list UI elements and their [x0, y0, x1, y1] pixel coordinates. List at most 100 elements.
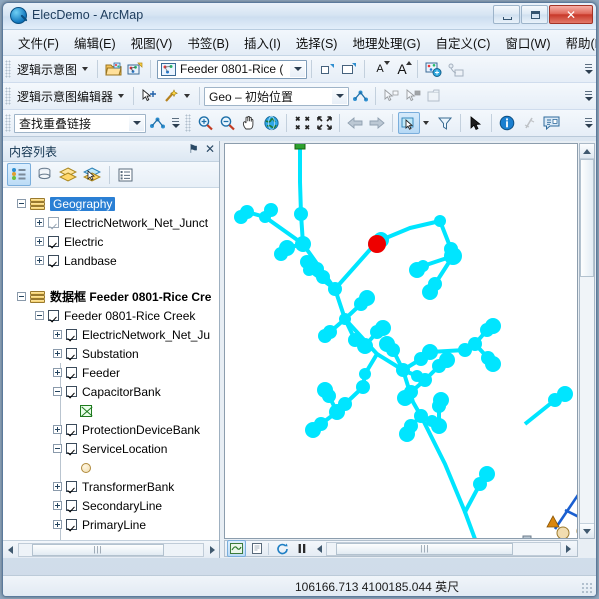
layout-combo[interactable]: Geo – 初始位置	[204, 86, 350, 106]
clear-selection-icon[interactable]	[435, 113, 455, 133]
chevron-down-icon[interactable]	[129, 115, 144, 131]
layer-tree[interactable]: Geography ElectricNetwork_Net_Junct Elec…	[3, 188, 219, 540]
scroll-left-icon[interactable]	[312, 542, 326, 556]
html-popup-icon[interactable]	[541, 113, 561, 133]
tree-row-protectiondevicebank[interactable]: ProtectionDeviceBank	[3, 420, 219, 439]
layer-checkbox[interactable]	[66, 500, 77, 511]
menu-geoprocessing[interactable]: 地理处理(G)	[345, 30, 427, 55]
select-dropdown-icon[interactable]	[423, 121, 429, 125]
select-node-icon[interactable]	[381, 86, 401, 106]
apply-layout-icon[interactable]	[350, 86, 370, 106]
layer-checkbox[interactable]	[66, 424, 77, 435]
layer-checkbox[interactable]	[66, 329, 77, 340]
map-vscroll-thumb[interactable]	[580, 159, 594, 277]
list-by-drawing-order-icon[interactable]	[7, 163, 31, 186]
tree-row-geography[interactable]: Geography	[3, 194, 219, 213]
tree-row-substation[interactable]: Substation	[3, 344, 219, 363]
select-link-icon[interactable]	[403, 86, 423, 106]
toc-scroll-thumb[interactable]: |||	[31, 543, 165, 556]
layer-checkbox[interactable]	[48, 217, 59, 228]
tree-row-feeder-root[interactable]: Feeder 0801-Rice Creek	[3, 306, 219, 325]
chevron-down-icon[interactable]	[82, 67, 89, 71]
toolbar-overflow-button[interactable]	[583, 86, 594, 106]
schematic-menu-label[interactable]: 逻辑示意图	[14, 59, 80, 80]
toolbar-overflow-button[interactable]	[170, 113, 181, 133]
tree-row-primaryline[interactable]: PrimaryLine	[3, 515, 219, 534]
map-canvas[interactable]	[224, 143, 578, 539]
toc-horizontal-scrollbar[interactable]: |||	[3, 540, 219, 558]
expand-icon[interactable]	[53, 368, 62, 377]
menu-help[interactable]: 帮助(H)	[559, 30, 596, 55]
tree-row-geo-landbase[interactable]: Landbase	[3, 251, 219, 270]
menu-customize[interactable]: 自定义(C)	[429, 30, 498, 55]
menu-insert[interactable]: 插入(I)	[237, 30, 288, 55]
collapse-icon[interactable]	[17, 199, 26, 208]
expand-icon[interactable]	[53, 482, 62, 491]
minimize-button[interactable]	[493, 5, 520, 24]
decrease-font-icon[interactable]: A	[370, 59, 391, 79]
toolbar-grip[interactable]	[5, 60, 11, 78]
list-by-source-icon[interactable]	[33, 164, 55, 185]
next-extent-icon[interactable]	[367, 113, 387, 133]
schematic-editor-menu-label[interactable]: 逻辑示意图编辑器	[14, 86, 116, 107]
diagram-list-icon[interactable]	[445, 59, 465, 79]
resize-grip[interactable]	[581, 582, 593, 594]
refresh-view-icon[interactable]	[274, 541, 291, 556]
zoom-out-icon[interactable]	[217, 113, 237, 133]
map-hscroll-thumb[interactable]: |||	[336, 542, 514, 555]
tree-row-geo-net-junction[interactable]: ElectricNetwork_Net_Junct	[3, 213, 219, 232]
layer-checkbox[interactable]	[48, 255, 59, 266]
tree-row-dataframe-feeder[interactable]: 数据框 Feeder 0801-Rice Cre	[3, 287, 219, 306]
layer-checkbox[interactable]	[48, 310, 59, 321]
chevron-down-icon[interactable]	[290, 61, 306, 77]
layout-wand-icon[interactable]	[161, 86, 181, 106]
expand-icon[interactable]	[53, 330, 62, 339]
select-elements-icon[interactable]	[466, 113, 486, 133]
collapse-icon[interactable]	[17, 292, 26, 301]
scroll-down-icon[interactable]	[580, 523, 594, 538]
tree-row-secondaryline[interactable]: SecondaryLine	[3, 496, 219, 515]
editor-properties-icon[interactable]	[425, 86, 445, 106]
shrink-diagram-icon[interactable]	[317, 59, 337, 79]
toolbar-overflow-button[interactable]	[583, 59, 594, 79]
layer-checkbox[interactable]	[66, 443, 77, 454]
tree-row-transformerbank[interactable]: TransformerBank	[3, 477, 219, 496]
chevron-down-icon[interactable]	[118, 94, 125, 98]
layer-checkbox[interactable]	[66, 386, 77, 397]
expand-icon[interactable]	[53, 425, 62, 434]
save-diagram-icon[interactable]	[125, 59, 145, 79]
maximize-button[interactable]	[521, 5, 548, 24]
move-node-icon[interactable]	[139, 86, 159, 106]
previous-extent-icon[interactable]	[345, 113, 365, 133]
data-view-icon[interactable]	[227, 540, 246, 557]
layer-checkbox[interactable]	[66, 348, 77, 359]
layer-checkbox[interactable]	[48, 236, 59, 247]
menu-windows[interactable]: 窗口(W)	[498, 30, 557, 55]
layer-checkbox[interactable]	[66, 519, 77, 530]
expand-icon[interactable]	[35, 237, 44, 246]
layer-checkbox[interactable]	[66, 367, 77, 378]
diagram-combo[interactable]: Feeder 0801-Rice (	[157, 59, 308, 79]
toolbar-grip[interactable]	[5, 114, 11, 132]
tree-row-capacitorbank[interactable]: CapacitorBank	[3, 382, 219, 401]
scroll-right-icon[interactable]	[561, 542, 575, 556]
select-features-icon[interactable]	[398, 112, 420, 134]
chevron-down-icon[interactable]	[184, 94, 191, 98]
run-trace-icon[interactable]	[147, 113, 167, 133]
map-hscroll-track[interactable]: |||	[326, 541, 561, 556]
diagram-properties-icon[interactable]	[423, 59, 443, 79]
increase-font-icon[interactable]: A	[392, 59, 413, 79]
expand-icon[interactable]	[35, 218, 44, 227]
tree-row-feeder[interactable]: Feeder	[3, 363, 219, 382]
collapse-icon[interactable]	[53, 387, 62, 396]
chevron-down-icon[interactable]	[332, 88, 348, 104]
menu-file[interactable]: 文件(F)	[11, 30, 66, 55]
map-vertical-scrollbar[interactable]	[579, 143, 595, 539]
menu-view[interactable]: 视图(V)	[124, 30, 180, 55]
toc-options-icon[interactable]	[114, 164, 136, 185]
scroll-right-icon[interactable]	[205, 543, 219, 557]
menu-selection[interactable]: 选择(S)	[289, 30, 345, 55]
expand-icon[interactable]	[53, 520, 62, 529]
menu-edit[interactable]: 编辑(E)	[67, 30, 123, 55]
expand-icon[interactable]	[53, 349, 62, 358]
